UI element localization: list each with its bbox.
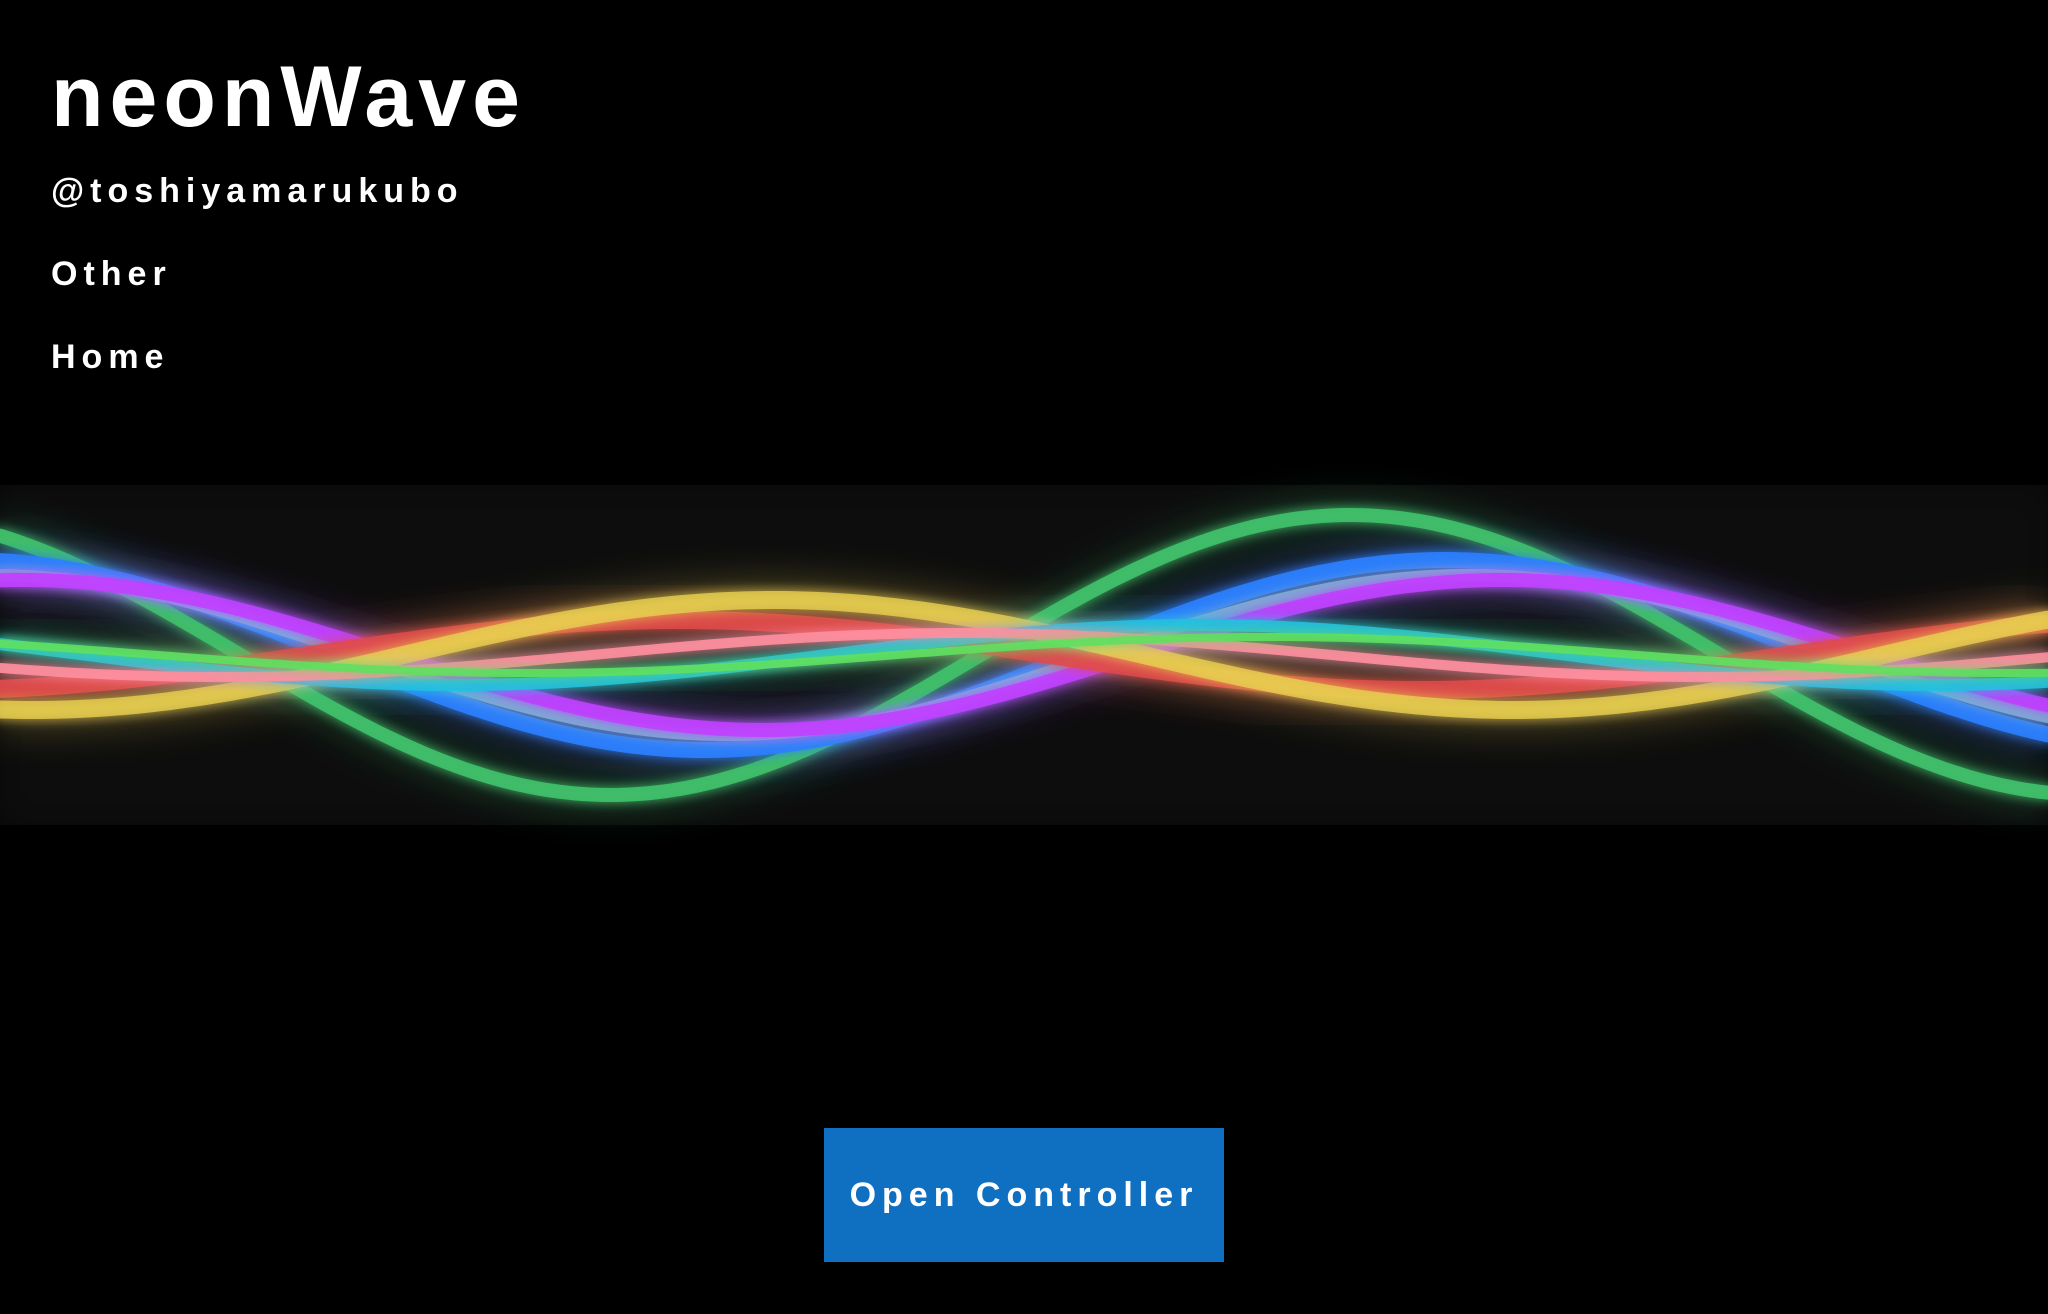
open-controller-button[interactable]: Open Controller bbox=[824, 1128, 1224, 1262]
nav-link-home[interactable]: Home bbox=[51, 337, 526, 377]
site-header: neonWave @toshiyamarukubo Other Home bbox=[51, 48, 526, 377]
author-link[interactable]: @toshiyamarukubo bbox=[51, 171, 526, 211]
site-title: neonWave bbox=[51, 49, 526, 145]
neon-wave-visualization bbox=[0, 485, 2048, 825]
nav-link-other[interactable]: Other bbox=[51, 254, 526, 294]
